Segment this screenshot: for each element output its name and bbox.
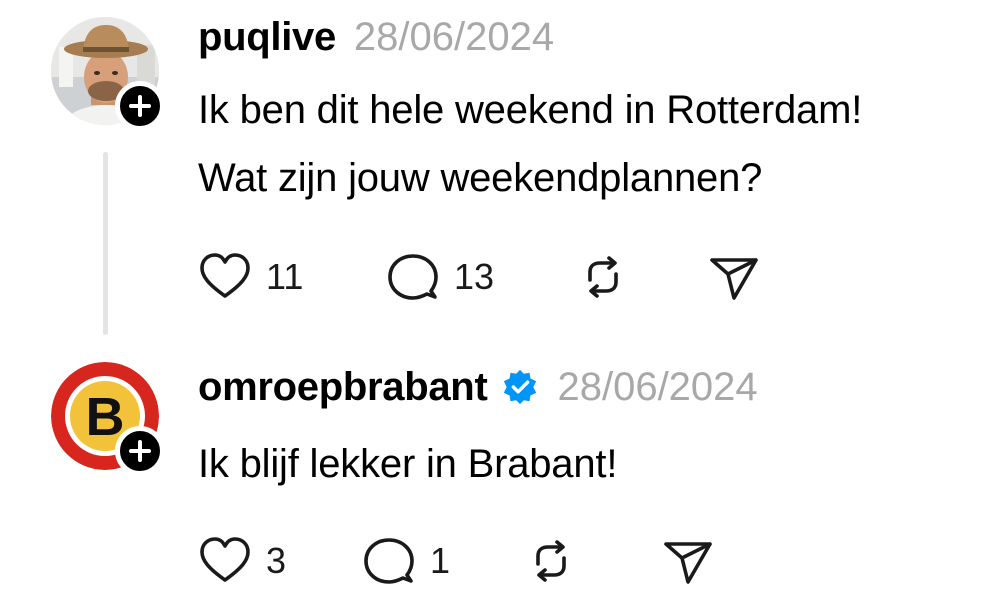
verified-badge-icon [504,369,537,405]
post-text: Ik blijf lekker in Brabant! [198,430,988,498]
post-date: 28/06/2024 [353,14,555,59]
reply-count: 1 [430,540,451,581]
like-button[interactable]: 11 [198,250,303,304]
action-bar: 3 1 [0,534,992,590]
reply-button[interactable]: 13 [386,250,494,304]
share-icon [664,542,712,584]
post-text-line: Wat zijn jouw weekendplannen? [198,156,763,200]
plus-icon [129,440,151,462]
reply-count: 13 [454,256,495,297]
post-text-line: Ik blijf lekker in Brabant! [198,442,618,486]
post-text: Ik ben dit hele weekend in Rotterdam! Wa… [198,76,988,212]
thread-connector-line [103,152,108,335]
thread-post: B omroepbrabant 28/06/2024 Ik blijf lekk… [0,350,992,616]
plus-icon [129,95,151,117]
repost-button[interactable] [524,534,578,588]
heart-icon [200,253,250,298]
like-count: 11 [266,256,304,297]
follow-button[interactable] [115,426,165,476]
avatar-container [51,17,165,131]
share-button[interactable] [660,534,714,588]
username[interactable]: puqlive [198,15,336,60]
action-bar: 11 13 [0,250,992,306]
post-text-line: Ik ben dit hele weekend in Rotterdam! [198,88,863,132]
share-icon [710,258,758,300]
post-date: 28/06/2024 [557,364,758,409]
comment-icon [364,538,414,584]
repost-icon [588,256,618,298]
post-header: puqlive 28/06/2024 [198,12,554,62]
share-button[interactable] [706,250,760,304]
repost-icon [536,540,566,582]
repost-button[interactable] [576,250,630,304]
comment-icon [388,254,438,300]
username[interactable]: omroepbrabant [198,365,488,410]
post-header: omroepbrabant 28/06/2024 [198,362,758,412]
like-count: 3 [266,540,287,581]
thread-post: puqlive 28/06/2024 Ik ben dit hele weeke… [0,0,992,340]
avatar-container: B [51,362,165,476]
heart-icon [200,537,250,582]
follow-button[interactable] [115,81,165,131]
like-button[interactable]: 3 [198,534,286,588]
reply-button[interactable]: 1 [362,534,450,588]
